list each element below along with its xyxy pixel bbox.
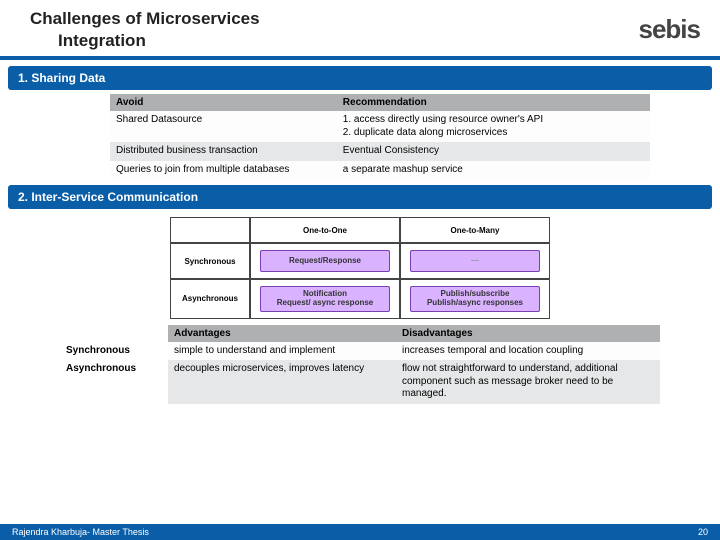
cell: a separate mashup service (337, 161, 650, 180)
footer: Rajendra Kharbuja- Master Thesis 20 (0, 524, 720, 540)
cell: decouples microservices, improves latenc… (168, 360, 396, 404)
diag-box-notification: Notification Request/ async response (260, 286, 390, 312)
th-disadvantages: Disadvantages (396, 325, 660, 342)
th-avoid: Avoid (110, 94, 337, 111)
table-sync-async: Advantages Disadvantages Synchronous sim… (60, 325, 660, 404)
table-row: Distributed business transaction Eventua… (110, 142, 650, 161)
table-row: Synchronous simple to understand and imp… (60, 342, 660, 361)
row-label-sync: Synchronous (60, 342, 168, 361)
table-row: Shared Datasource 1. access directly usi… (110, 111, 650, 142)
diag-cell-empty: — (400, 243, 550, 279)
cell: flow not straightforward to understand, … (396, 360, 660, 404)
title-line1: Challenges of Microservices (30, 8, 260, 30)
th-advantages: Advantages (168, 325, 396, 342)
cell: Eventual Consistency (337, 142, 650, 161)
page-number: 20 (698, 527, 708, 537)
table-row: Asynchronous decouples microservices, im… (60, 360, 660, 404)
diag-box-request-response: Request/Response (260, 250, 390, 272)
cell: simple to understand and implement (168, 342, 396, 361)
diag-cell: Notification Request/ async response (250, 279, 400, 319)
row-label-async: Asynchronous (60, 360, 168, 404)
diag-col-one-to-one: One-to-One (250, 217, 400, 243)
diag-box-pubsub: Publish/subscribe Publish/async response… (410, 286, 540, 312)
cell: Shared Datasource (110, 111, 337, 142)
diag-text: Request/ async response (277, 299, 373, 308)
table-sharing-data: Avoid Recommendation Shared Datasource 1… (110, 94, 650, 179)
section-2-heading: 2. Inter-Service Communication (8, 185, 712, 209)
section-1-heading: 1. Sharing Data (8, 66, 712, 90)
cell: Distributed business transaction (110, 142, 337, 161)
diag-cell: Publish/subscribe Publish/async response… (400, 279, 550, 319)
cell: 1. access directly using resource owner'… (337, 111, 650, 142)
communication-matrix: One-to-One One-to-Many Synchronous Reque… (170, 217, 550, 319)
diag-box-empty: — (410, 250, 540, 272)
diag-text: Publish/async responses (427, 299, 523, 308)
th-blank (60, 325, 168, 342)
cell: Queries to join from multiple databases (110, 161, 337, 180)
table-row: Queries to join from multiple databases … (110, 161, 650, 180)
slide-header: Challenges of Microservices Integration … (0, 0, 720, 60)
title-line2: Integration (30, 30, 260, 52)
diag-col-one-to-many: One-to-Many (400, 217, 550, 243)
slide-title: Challenges of Microservices Integration (30, 8, 260, 52)
diag-corner (170, 217, 250, 243)
cell: increases temporal and location coupling (396, 342, 660, 361)
diag-cell: Request/Response (250, 243, 400, 279)
th-recommendation: Recommendation (337, 94, 650, 111)
diag-row-async: Asynchronous (170, 279, 250, 319)
diag-row-sync: Synchronous (170, 243, 250, 279)
logo: sebis (639, 8, 701, 45)
footer-author: Rajendra Kharbuja- Master Thesis (12, 527, 149, 537)
